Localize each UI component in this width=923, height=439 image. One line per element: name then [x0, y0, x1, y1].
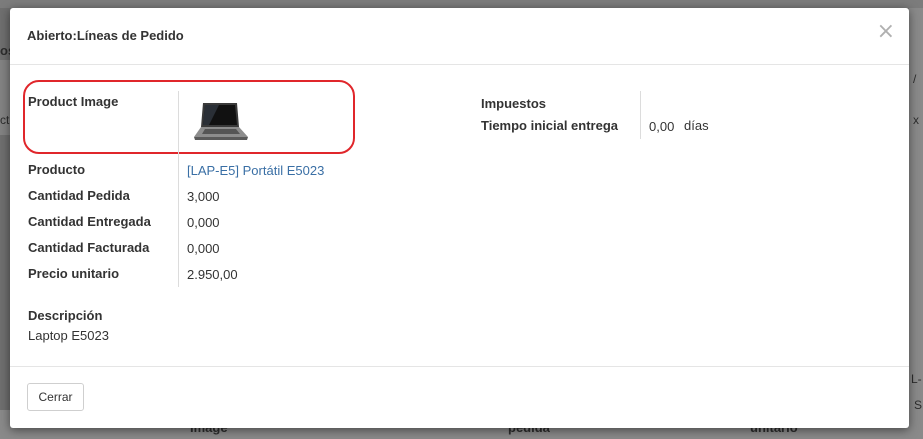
- left-column-divider: [178, 91, 179, 287]
- description-value: Laptop E5023: [28, 328, 109, 343]
- background-fragment: S: [914, 398, 923, 412]
- product-image-label: Product Image: [28, 94, 119, 109]
- quantity-delivered-value: 0,000: [187, 215, 220, 230]
- quantity-invoiced-value: 0,000: [187, 241, 220, 256]
- background-fragment: /: [913, 72, 917, 86]
- dialog-header: Abierto:Líneas de Pedido ×: [10, 8, 909, 65]
- dialog-title: Abierto:Líneas de Pedido: [27, 28, 184, 43]
- close-button[interactable]: Cerrar: [27, 383, 84, 411]
- product-link[interactable]: [LAP-E5] Portátil E5023: [187, 163, 324, 178]
- background-fragment: x: [913, 113, 919, 127]
- background-fragment: L-: [911, 372, 922, 386]
- order-line-dialog: Abierto:Líneas de Pedido × Product Image…: [10, 8, 909, 428]
- background-topbar: [0, 0, 923, 8]
- description-label: Descripción: [28, 308, 103, 323]
- highlight-annotation: [23, 80, 355, 154]
- taxes-label: Impuestos: [481, 96, 547, 111]
- lead-time-unit: días: [684, 118, 709, 133]
- lead-time-label: Tiempo inicial entrega: [481, 118, 619, 133]
- quantity-delivered-label: Cantidad Entregada: [28, 214, 151, 229]
- dialog-footer: Cerrar: [10, 366, 909, 429]
- laptop-image: [194, 103, 248, 140]
- background-fragment: ct: [0, 113, 10, 127]
- right-column-divider: [640, 91, 641, 139]
- product-label: Producto: [28, 162, 86, 177]
- quantity-ordered-value: 3,000: [187, 189, 220, 204]
- unit-price-label: Precio unitario: [28, 266, 120, 281]
- close-icon[interactable]: ×: [877, 20, 895, 44]
- unit-price-value: 2.950,00: [187, 267, 238, 282]
- lead-time-value: 0,00: [649, 119, 675, 134]
- quantity-ordered-label: Cantidad Pedida: [28, 188, 130, 203]
- quantity-invoiced-label: Cantidad Facturada: [28, 240, 150, 255]
